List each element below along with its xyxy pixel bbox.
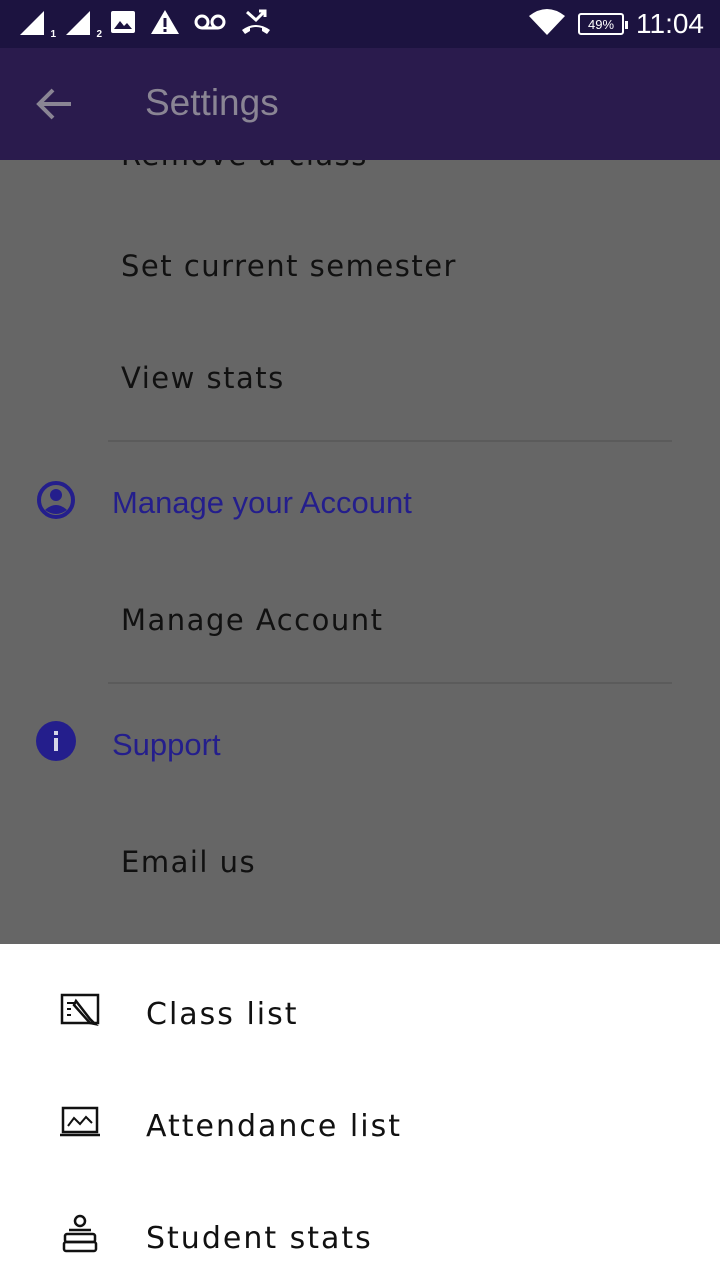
status-time: 11:04 bbox=[636, 8, 704, 39]
settings-item-email-us[interactable]: Email us bbox=[121, 845, 256, 879]
sheet-item-attendance-list[interactable]: Attendance list bbox=[0, 1065, 720, 1177]
attendance-list-icon bbox=[60, 1106, 100, 1137]
voicemail-icon bbox=[194, 13, 226, 35]
back-button[interactable] bbox=[34, 86, 74, 122]
sim2-label: 2 bbox=[96, 29, 102, 40]
account-circle-icon bbox=[37, 481, 75, 519]
arrow-back-icon bbox=[36, 88, 71, 120]
sheet-item-class-list[interactable]: Class list bbox=[0, 953, 720, 1065]
info-icon bbox=[36, 721, 76, 761]
settings-list: Remove a class Set current semester View… bbox=[0, 160, 720, 944]
image-icon bbox=[110, 10, 136, 38]
section-title-account: Manage your Account bbox=[112, 485, 412, 520]
sim1-label: 1 bbox=[50, 29, 56, 40]
settings-item-set-semester[interactable]: Set current semester bbox=[121, 249, 457, 283]
status-left-icons: 1 2 bbox=[18, 0, 272, 48]
section-title-support: Support bbox=[112, 727, 221, 762]
sheet-item-label: Class list bbox=[146, 997, 299, 1032]
signal-icon: 2 bbox=[64, 10, 102, 40]
page-title: Settings bbox=[145, 82, 279, 123]
sheet-item-label: Student stats bbox=[146, 1221, 373, 1256]
alert-icon bbox=[150, 9, 180, 39]
battery-percent: 49% bbox=[587, 16, 615, 32]
settings-item-remove-class[interactable]: Remove a class bbox=[121, 160, 368, 172]
student-stats-icon bbox=[62, 1214, 98, 1253]
class-list-icon bbox=[60, 993, 100, 1027]
settings-item-view-stats[interactable]: View stats bbox=[121, 361, 285, 395]
missed-call-icon bbox=[240, 8, 272, 40]
signal-icon: 1 bbox=[18, 10, 56, 40]
app-bar: Settings bbox=[0, 48, 720, 160]
status-right-icons: 49% 11:04 bbox=[528, 8, 704, 40]
divider bbox=[108, 682, 672, 684]
status-bar: 1 2 49% 11:04 bbox=[0, 0, 720, 48]
wifi-icon bbox=[528, 8, 566, 40]
settings-item-manage-account[interactable]: Manage Account bbox=[121, 603, 384, 637]
bottom-sheet: Class list Attendance list Student stats bbox=[0, 944, 720, 1280]
sheet-item-label: Attendance list bbox=[146, 1109, 402, 1144]
battery-icon: 49% bbox=[578, 13, 628, 35]
divider bbox=[108, 440, 672, 442]
sheet-item-student-stats[interactable]: Student stats bbox=[0, 1177, 720, 1280]
